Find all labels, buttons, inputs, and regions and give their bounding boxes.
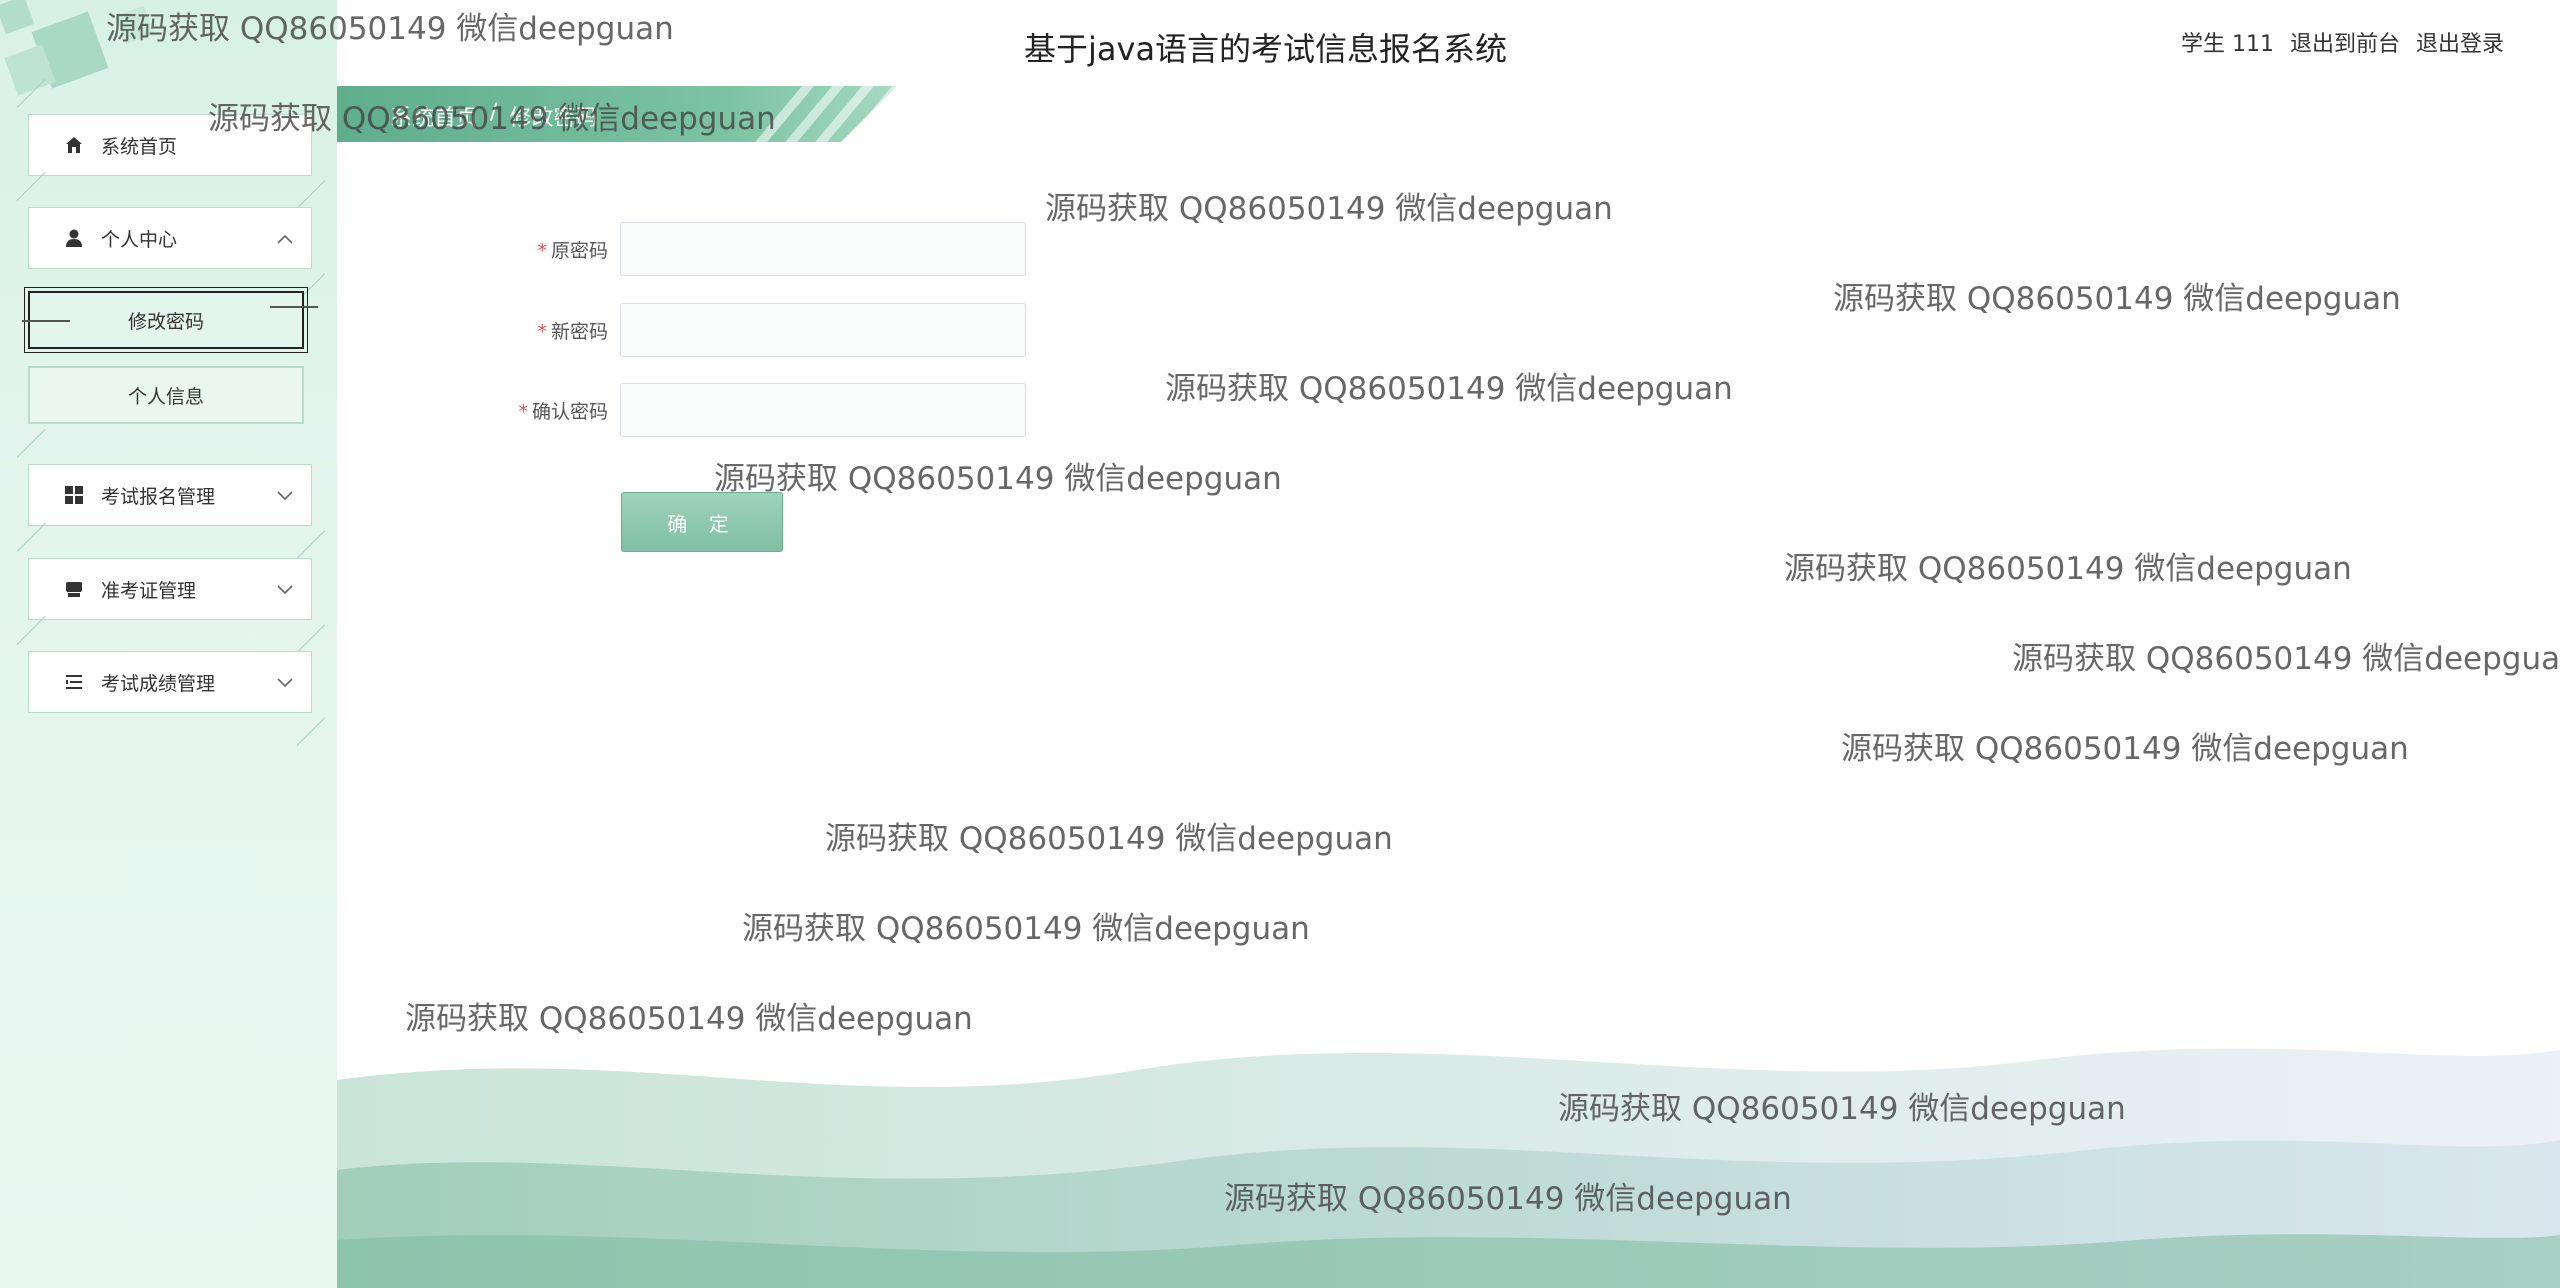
old-password-field[interactable] (620, 222, 1026, 276)
chevron-down-icon (277, 671, 293, 693)
logout-link[interactable]: 退出登录 (2416, 26, 2504, 58)
sidebar-item-label: 考试成绩管理 (101, 672, 216, 695)
old-password-row: * 原密码 (500, 222, 1026, 276)
confirm-password-row: * 确认密码 (500, 383, 1026, 437)
right-arrow-decoration (270, 306, 318, 308)
breadcrumb-current: 修改密码 (509, 106, 598, 131)
card-icon (63, 578, 85, 600)
back-to-front-link[interactable]: 退出到前台 (2290, 26, 2400, 58)
user-icon (63, 227, 85, 249)
new-password-label: * 新密码 (537, 320, 608, 343)
watermark-text: 源码获取 QQ86050149 微信deepguan (742, 911, 1310, 947)
watermark-text: 源码获取 QQ86050149 微信deepguan (714, 461, 1282, 497)
sidebar: 系统首页 个人中心 修改密码 个人信息 考试报名管理 准考证管理 考试成绩管理 (0, 0, 337, 1288)
user-area: 学生 111 退出到前台 退出登录 (2181, 26, 2504, 58)
sidebar-item-exam-scores[interactable]: 考试成绩管理 (28, 651, 312, 713)
sidebar-item-admission-ticket[interactable]: 准考证管理 (28, 558, 312, 620)
chevron-up-icon (277, 227, 293, 249)
sidebar-decoration (0, 0, 155, 96)
breadcrumb-separator: / (490, 100, 498, 125)
wave-decoration (337, 1048, 2560, 1288)
chevron-down-icon (277, 578, 293, 600)
breadcrumb-home[interactable]: 系统首页 (390, 100, 478, 132)
sidebar-item-label: 个人中心 (101, 228, 178, 251)
left-arrow-decoration (22, 320, 70, 322)
watermark-text: 源码获取 QQ86050149 微信deepguan (1841, 731, 2409, 767)
watermark-text: 源码获取 QQ86050149 微信deepguan (1165, 371, 1733, 407)
sidebar-item-home[interactable]: 系统首页 (28, 114, 312, 176)
sidebar-subitem-label: 个人信息 (127, 385, 204, 408)
watermark-text: 源码获取 QQ86050149 微信deepguan (1784, 551, 2352, 587)
sidebar-item-label: 准考证管理 (101, 579, 197, 602)
confirm-password-label: * 确认密码 (518, 400, 608, 423)
sidebar-item-label: 考试报名管理 (101, 485, 216, 508)
sidebar-subitem-label: 修改密码 (127, 310, 204, 333)
user-label: 学生 111 (2180, 32, 2274, 57)
watermark-text: 源码获取 QQ86050149 微信deepguan (2012, 641, 2560, 677)
chevron-down-icon (277, 484, 293, 506)
old-password-label: * 原密码 (537, 239, 608, 262)
page-title: 基于java语言的考试信息报名系统 (1024, 30, 1508, 68)
new-password-field[interactable] (620, 303, 1026, 357)
grid-icon (63, 484, 85, 506)
confirm-password-field[interactable] (620, 383, 1026, 437)
sidebar-item-personal-center[interactable]: 个人中心 (28, 207, 312, 269)
sidebar-item-label: 系统首页 (101, 135, 178, 158)
watermark-text: 源码获取 QQ86050149 微信deepguan (825, 821, 1393, 857)
sidebar-item-exam-registration[interactable]: 考试报名管理 (28, 464, 312, 526)
watermark-text: 源码获取 QQ86050149 微信deepguan (1045, 191, 1613, 227)
home-icon (63, 134, 85, 156)
sidebar-subitem-personal-info[interactable]: 个人信息 (28, 366, 304, 424)
new-password-row: * 新密码 (500, 303, 1026, 357)
submit-button[interactable]: 确 定 (621, 492, 783, 552)
breadcrumb: 系统首页 / 修改密码 (390, 100, 597, 132)
watermark-text: 源码获取 QQ86050149 微信deepguan (1833, 281, 2401, 317)
list-icon (63, 671, 85, 693)
